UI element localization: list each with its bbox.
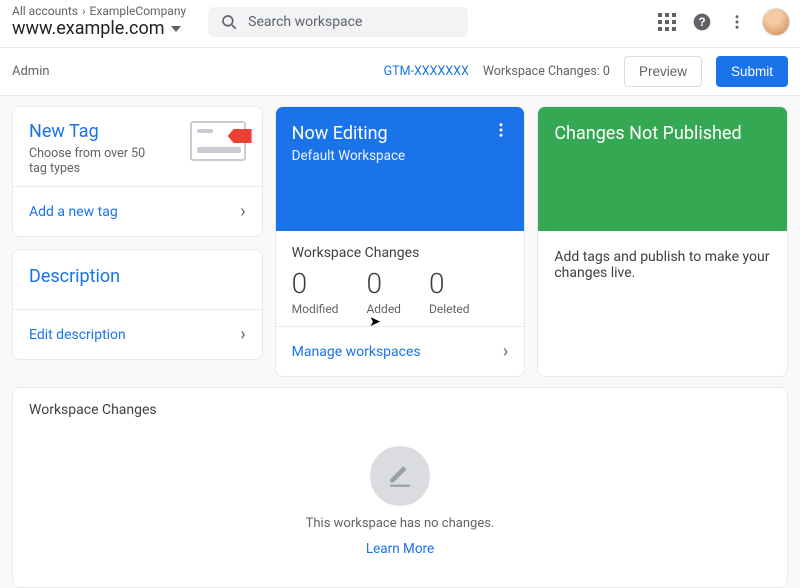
chevron-right-icon: › (503, 341, 508, 362)
metric-deleted-label: Deleted (429, 302, 470, 316)
add-new-tag-link[interactable]: Add a new tag › (13, 186, 262, 236)
new-tag-card: New Tag Choose from over 50 tag types Ad… (12, 106, 263, 237)
chevron-right-icon: › (82, 4, 86, 18)
workspace-hero-subtitle: Default Workspace (292, 148, 509, 164)
metric-deleted-value: 0 (429, 267, 470, 300)
main-grid: New Tag Choose from over 50 tag types Ad… (0, 96, 800, 387)
workspace-card: Now Editing Default Workspace Workspace … (275, 106, 526, 377)
chevron-right-icon: › (240, 324, 245, 345)
avatar[interactable] (762, 8, 790, 36)
breadcrumb-root[interactable]: All accounts (12, 4, 78, 18)
metric-modified: 0 Modified (292, 267, 339, 316)
manage-workspaces-link[interactable]: Manage workspaces › (276, 326, 525, 376)
container-selector[interactable]: www.example.com (12, 18, 186, 39)
metric-added: 0 Added (366, 267, 401, 316)
gtm-id[interactable]: GTM-XXXXXXX (384, 64, 469, 79)
empty-state: This workspace has no changes. Learn Mor… (29, 446, 771, 557)
top-bar: All accounts › ExampleCompany www.exampl… (0, 0, 800, 47)
workspace-changes-count: 0 (603, 64, 610, 79)
new-tag-subtitle: Choose from over 50 tag types (29, 146, 149, 176)
workspace-hero: Now Editing Default Workspace (276, 107, 525, 231)
metric-added-label: Added (366, 302, 401, 316)
workspace-menu-button[interactable] (492, 121, 510, 143)
new-tag-title: New Tag (29, 121, 149, 142)
admin-label[interactable]: Admin (12, 64, 50, 79)
container-name: www.example.com (12, 18, 165, 39)
metric-added-value: 0 (366, 267, 401, 300)
metric-deleted: 0 Deleted (429, 267, 470, 316)
more-icon[interactable] (728, 13, 746, 31)
svg-text:?: ? (698, 16, 705, 29)
chevron-right-icon: › (240, 201, 245, 222)
workspace-changes-label: Workspace Changes (292, 245, 509, 261)
top-actions: ? (658, 8, 790, 36)
publish-hero: Changes Not Published (538, 107, 787, 231)
preview-button[interactable]: Preview (624, 56, 702, 87)
edit-description-link[interactable]: Edit description › (13, 309, 262, 359)
workspace-changes-panel: Workspace Changes This workspace has no … (12, 387, 788, 588)
account-block: All accounts › ExampleCompany www.exampl… (12, 4, 186, 39)
description-card: Description Edit description › (12, 249, 263, 360)
search-input[interactable]: Search workspace (208, 7, 468, 37)
publish-body: Add tags and publish to make your change… (538, 231, 787, 321)
metric-modified-value: 0 (292, 267, 339, 300)
manage-workspaces-label: Manage workspaces (292, 344, 421, 360)
empty-message: This workspace has no changes. (306, 516, 495, 531)
edit-icon (370, 446, 430, 506)
breadcrumb[interactable]: All accounts › ExampleCompany (12, 4, 186, 18)
workspace-hero-title: Now Editing (292, 123, 509, 144)
col-left: New Tag Choose from over 50 tag types Ad… (12, 106, 263, 377)
workspace-changes-label: Workspace Changes: (483, 64, 600, 79)
description-title: Description (29, 266, 246, 287)
publish-title: Changes Not Published (554, 123, 771, 144)
dropdown-icon (171, 26, 181, 32)
edit-description-label: Edit description (29, 327, 126, 343)
workspace-changes-indicator: Workspace Changes: 0 (483, 64, 610, 79)
panel-title: Workspace Changes (29, 402, 771, 418)
add-new-tag-label: Add a new tag (29, 204, 118, 220)
workspace-metrics: 0 Modified 0 Added 0 Deleted (292, 267, 509, 316)
help-icon[interactable]: ? (692, 12, 712, 32)
sub-header: Admin GTM-XXXXXXX Workspace Changes: 0 P… (0, 47, 800, 96)
metric-modified-label: Modified (292, 302, 339, 316)
search-placeholder: Search workspace (248, 14, 362, 30)
more-icon (492, 121, 510, 139)
breadcrumb-company[interactable]: ExampleCompany (90, 4, 187, 18)
tag-illustration-icon (190, 121, 246, 161)
submit-button[interactable]: Submit (716, 56, 788, 87)
publish-card: Changes Not Published Add tags and publi… (537, 106, 788, 377)
apps-icon[interactable] (658, 13, 676, 31)
search-icon (220, 13, 238, 31)
learn-more-link[interactable]: Learn More (366, 541, 434, 557)
